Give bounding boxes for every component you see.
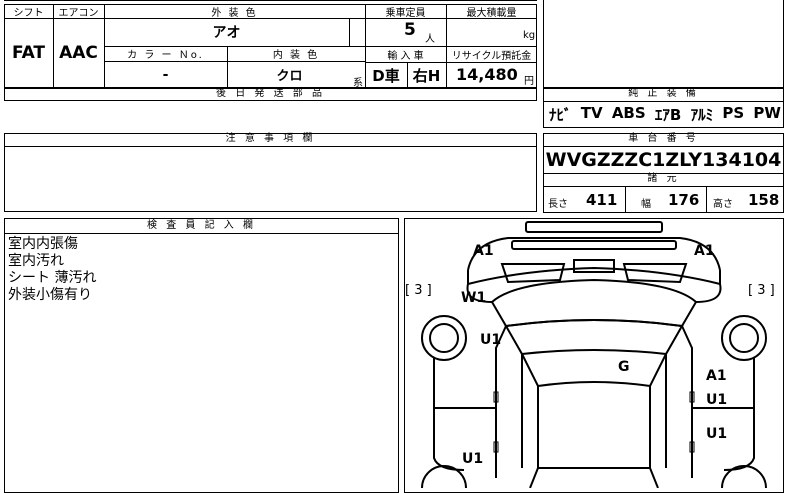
divider — [4, 146, 537, 147]
steering-value: 右H — [412, 66, 441, 85]
aircon-label: エアコン — [58, 7, 99, 19]
equipment-item: ｱﾙﾐ — [690, 106, 714, 124]
recycle-label: リサイクル預託金 — [451, 50, 532, 62]
width-value: 176 — [668, 191, 700, 209]
damage-mark: A1 — [706, 368, 727, 384]
left-bracket: [ 3 ] — [405, 283, 432, 298]
height-label: 高さ — [713, 199, 733, 210]
divider — [625, 186, 626, 213]
car-diagram — [421, 221, 767, 488]
equipment-item: ｴｱB — [654, 106, 682, 124]
length-value: 411 — [586, 191, 618, 209]
damage-mark: W1 — [461, 290, 487, 306]
divider — [706, 186, 707, 213]
chassis-number: WVGZZZC1ZLY134104 — [545, 148, 782, 171]
top-right-box — [543, 0, 784, 88]
exterior-color-value: アオ — [212, 25, 241, 41]
inspector-note: 外装小傷有り — [8, 287, 92, 303]
equipment-list: ﾅﾋﾞ TV ABS ｴｱB ｱﾙﾐ PS PW — [549, 104, 781, 125]
max-load-unit: kg — [523, 30, 536, 41]
damage-mark: U1 — [706, 392, 728, 408]
chassis-label: 車 台 番 号 — [628, 133, 699, 144]
damage-mark: U1 — [462, 451, 484, 467]
divider — [4, 233, 399, 234]
interior-color-label: 内 装 色 — [272, 50, 320, 61]
color-no-label: カ ラ ー Ｎo. — [127, 50, 204, 61]
notes-label: 注 意 事 項 欄 — [225, 133, 316, 144]
recycle-unit: 円 — [524, 76, 534, 87]
divider — [349, 18, 350, 46]
equipment-item: ABS — [611, 104, 646, 122]
equipment-item: PW — [753, 104, 781, 122]
inspector-note: 室内汚れ — [8, 253, 64, 269]
length-label: 長さ — [548, 199, 568, 210]
damage-mark: U1 — [706, 426, 728, 442]
damage-mark: A1 — [694, 243, 715, 259]
shift-label: シフト — [13, 7, 44, 19]
specs-label: 諸 元 — [647, 173, 680, 184]
recycle-value: 14,480 — [456, 65, 518, 84]
equipment-item: TV — [580, 104, 603, 122]
interior-color-value: クロ — [276, 69, 303, 84]
import-label: 輸 入 車 — [387, 50, 424, 62]
shift-value: FAT — [11, 43, 46, 63]
width-label: 幅 — [641, 199, 651, 210]
color-no-value: - — [162, 66, 169, 83]
aircon-value: AAC — [59, 43, 98, 63]
divider — [543, 101, 784, 102]
exterior-color-label: 外 装 色 — [211, 7, 258, 19]
right-bracket: [ 3 ] — [748, 283, 775, 298]
equipment-item: PS — [722, 104, 745, 122]
capacity-unit: 人 — [425, 34, 435, 45]
divider — [543, 186, 784, 187]
genuine-equipment-label: 純 正 装 備 — [628, 88, 699, 99]
inspector-note: シート 薄汚れ — [8, 270, 97, 286]
equipment-item: ﾅﾋﾞ — [549, 106, 572, 124]
damage-mark: G — [618, 359, 630, 375]
max-load-label: 最大積載量 — [466, 7, 517, 19]
capacity-value: 5 — [404, 20, 416, 40]
capacity-label: 乗車定員 — [385, 7, 426, 19]
import-value: D車 — [372, 66, 400, 85]
inspector-label: 検 査 員 記 入 欄 — [147, 220, 256, 231]
height-value: 158 — [748, 191, 780, 209]
top-cut-line — [4, 0, 537, 1]
later-parts-label: 後 日 発 送 部 品 — [216, 88, 325, 99]
inspector-note: 室内内張傷 — [8, 236, 78, 252]
damage-mark: U1 — [480, 332, 502, 348]
damage-mark: A1 — [473, 243, 494, 259]
